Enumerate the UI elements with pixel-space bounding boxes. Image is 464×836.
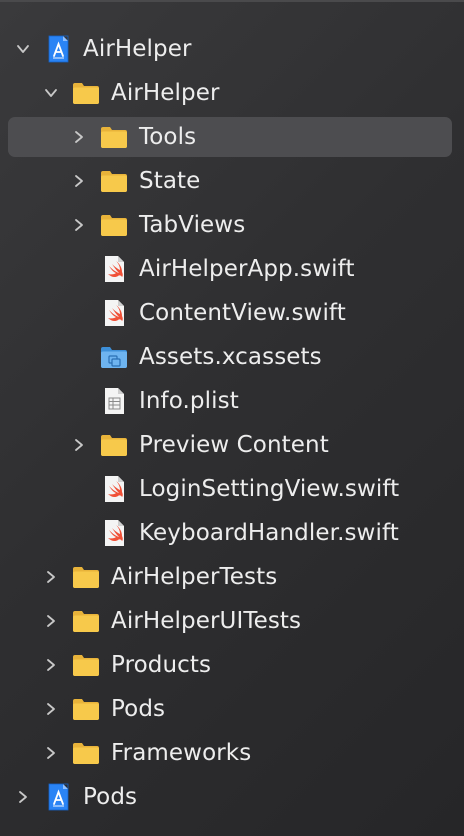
nav-item-airhelper-project[interactable]: AirHelper	[0, 27, 464, 71]
nav-item-contentview-swift[interactable]: ContentView.swift	[0, 291, 464, 335]
swift-file-icon	[99, 254, 129, 284]
nav-item-label: Products	[111, 652, 212, 678]
swift-file-icon	[99, 474, 129, 504]
nav-item-assets-xcassets[interactable]: Assets.xcassets	[0, 335, 464, 379]
nav-item-label: LoginSettingView.swift	[139, 476, 400, 502]
nav-item-label: State	[139, 168, 201, 194]
swift-file-icon	[99, 518, 129, 548]
nav-item-label: Pods	[111, 696, 166, 722]
nav-item-airhelperapp-swift[interactable]: AirHelperApp.swift	[0, 247, 464, 291]
nav-item-label: KeyboardHandler.swift	[139, 520, 399, 546]
nav-item-loginsettingview-swift[interactable]: LoginSettingView.swift	[0, 467, 464, 511]
chevron-down-icon[interactable]	[44, 86, 58, 100]
nav-item-label: Assets.xcassets	[139, 344, 322, 370]
chevron-right-icon[interactable]	[44, 614, 58, 628]
chevron-right-icon[interactable]	[44, 702, 58, 716]
nav-item-tools[interactable]: Tools	[0, 115, 464, 159]
swift-file-icon	[99, 298, 129, 328]
nav-item-label: Info.plist	[139, 388, 239, 414]
chevron-down-icon[interactable]	[16, 42, 30, 56]
nav-item-airhelperuitests[interactable]: AirHelperUITests	[0, 599, 464, 643]
nav-item-label: Pods	[83, 784, 138, 810]
nav-item-label: AirHelperApp.swift	[139, 256, 355, 282]
nav-item-label: TabViews	[139, 212, 246, 238]
chevron-right-icon[interactable]	[72, 130, 86, 144]
nav-item-tabviews[interactable]: TabViews	[0, 203, 464, 247]
xcode-project-icon	[43, 34, 73, 64]
asset-catalog-icon	[99, 342, 129, 372]
folder-icon	[71, 694, 101, 724]
nav-item-pods-project[interactable]: Pods	[0, 775, 464, 819]
nav-item-label: Tools	[139, 124, 197, 150]
nav-item-preview-content[interactable]: Preview Content	[0, 423, 464, 467]
nav-item-keyboardhandler-swift[interactable]: KeyboardHandler.swift	[0, 511, 464, 555]
nav-item-state[interactable]: State	[0, 159, 464, 203]
chevron-right-icon[interactable]	[72, 174, 86, 188]
project-navigator: AirHelper AirHelper Tools State TabViews…	[0, 27, 464, 819]
nav-item-label: AirHelperUITests	[111, 608, 302, 634]
chevron-right-icon[interactable]	[44, 658, 58, 672]
nav-item-products[interactable]: Products	[0, 643, 464, 687]
folder-icon	[99, 210, 129, 240]
folder-icon	[99, 166, 129, 196]
folder-icon	[71, 562, 101, 592]
nav-item-label: AirHelper	[83, 36, 192, 62]
folder-icon	[99, 430, 129, 460]
folder-icon	[99, 122, 129, 152]
nav-item-frameworks[interactable]: Frameworks	[0, 731, 464, 775]
folder-icon	[71, 606, 101, 636]
chevron-right-icon[interactable]	[44, 746, 58, 760]
nav-item-pods-group[interactable]: Pods	[0, 687, 464, 731]
nav-item-label: Preview Content	[139, 432, 329, 458]
nav-item-info-plist[interactable]: Info.plist	[0, 379, 464, 423]
folder-icon	[71, 650, 101, 680]
nav-item-airhelper-group[interactable]: AirHelper	[0, 71, 464, 115]
nav-item-label: AirHelperTests	[111, 564, 278, 590]
nav-item-label: Frameworks	[111, 740, 252, 766]
folder-icon	[71, 738, 101, 768]
chevron-right-icon[interactable]	[72, 218, 86, 232]
chevron-right-icon[interactable]	[72, 438, 86, 452]
nav-item-airhelpertests[interactable]: AirHelperTests	[0, 555, 464, 599]
chevron-right-icon[interactable]	[44, 570, 58, 584]
xcode-project-icon	[43, 782, 73, 812]
plist-file-icon	[99, 386, 129, 416]
nav-item-label: ContentView.swift	[139, 300, 346, 326]
chevron-right-icon[interactable]	[16, 790, 30, 804]
nav-item-label: AirHelper	[111, 80, 220, 106]
top-divider	[0, 0, 464, 2]
folder-icon	[71, 78, 101, 108]
